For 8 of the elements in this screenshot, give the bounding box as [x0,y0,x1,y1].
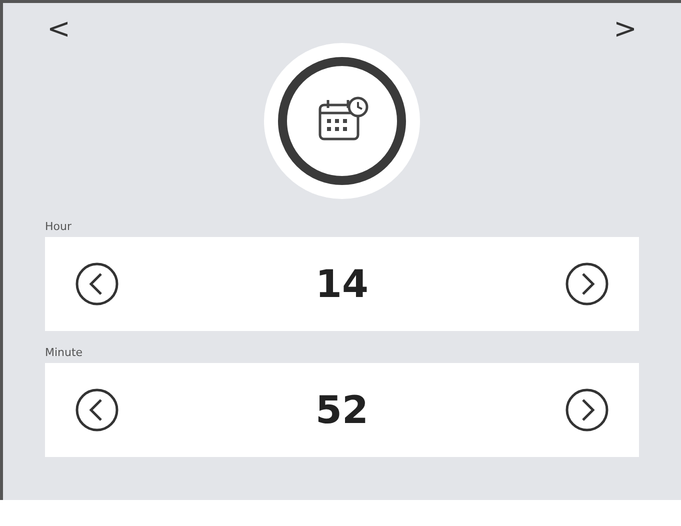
stepper-value: 52 [316,386,368,434]
decrement-button[interactable] [73,260,121,308]
back-button[interactable]: < [47,15,70,43]
field-label: Hour [45,219,72,235]
decrement-button[interactable] [73,386,121,434]
forward-button[interactable]: > [614,15,637,43]
stepper-value: 14 [316,260,368,308]
field-label: Minute [45,345,84,361]
